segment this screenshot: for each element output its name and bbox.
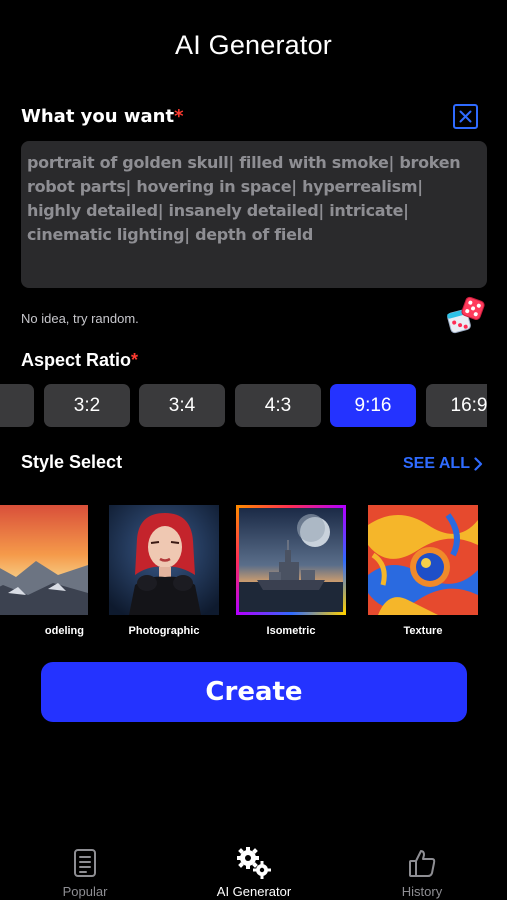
dice-icon (447, 296, 485, 334)
ratio-option[interactable]: 3:2 (44, 384, 130, 427)
required-mark: * (174, 106, 184, 127)
ratio-option[interactable]: 3:4 (139, 384, 225, 427)
tab-history[interactable]: History (367, 846, 477, 899)
prompt-label-text: What you want (21, 106, 175, 127)
aspect-ratio-label-text: Aspect Ratio (21, 350, 132, 370)
create-button[interactable]: Create (41, 662, 467, 722)
style-name: Texture (403, 625, 443, 637)
random-hint: No idea, try random. (21, 311, 139, 326)
tab-popular[interactable]: Popular (30, 846, 140, 899)
style-card-isometric[interactable]: Isometric (236, 505, 346, 637)
list-icon (74, 849, 96, 877)
tab-label: History (401, 884, 443, 899)
style-thumbnail (0, 505, 88, 615)
ratio-option[interactable]: 4:3 (235, 384, 321, 427)
aspect-ratio-label: Aspect Ratio* (21, 350, 138, 371)
style-carousel: odeling Photographic Isometric Texture (0, 505, 507, 645)
chevron-right-icon (474, 457, 483, 471)
see-all-label: SEE ALL (403, 455, 470, 472)
tab-label: Popular (62, 884, 108, 899)
tab-bar: Popular AI Generator History (0, 836, 507, 900)
gears-icon (237, 847, 271, 879)
prompt-input[interactable]: portrait of golden skull| filled with sm… (21, 141, 487, 288)
required-mark: * (131, 350, 139, 370)
random-dice-button[interactable] (446, 296, 486, 336)
close-icon (459, 110, 472, 123)
prompt-text: portrait of golden skull| filled with sm… (27, 153, 461, 244)
style-card-modeling[interactable]: odeling (0, 505, 88, 637)
see-all-link[interactable]: SEE ALL (403, 455, 483, 473)
prompt-label: What you want* (21, 106, 183, 127)
tab-ai-generator[interactable]: AI Generator (199, 846, 309, 899)
style-card-photographic[interactable]: Photographic (109, 505, 219, 637)
ratio-option[interactable] (0, 384, 34, 427)
style-thumbnail (109, 505, 219, 615)
aspect-ratio-selector: 3:2 3:4 4:3 9:16 16:9 (0, 384, 487, 427)
style-name: odeling (44, 625, 84, 637)
page-title: AI Generator (175, 30, 332, 60)
thumbs-up-icon (409, 850, 436, 877)
style-thumbnail (368, 505, 478, 615)
style-card-texture[interactable]: Texture (368, 505, 478, 637)
clear-prompt-button[interactable] (453, 104, 478, 129)
tab-label: AI Generator (216, 884, 292, 899)
ratio-option[interactable]: 16:9 (426, 384, 487, 427)
ratio-option-selected[interactable]: 9:16 (330, 384, 416, 427)
style-select-label: Style Select (21, 452, 123, 472)
style-thumbnail (236, 505, 346, 615)
style-name: Photographic (128, 625, 200, 637)
style-name: Isometric (266, 625, 316, 637)
